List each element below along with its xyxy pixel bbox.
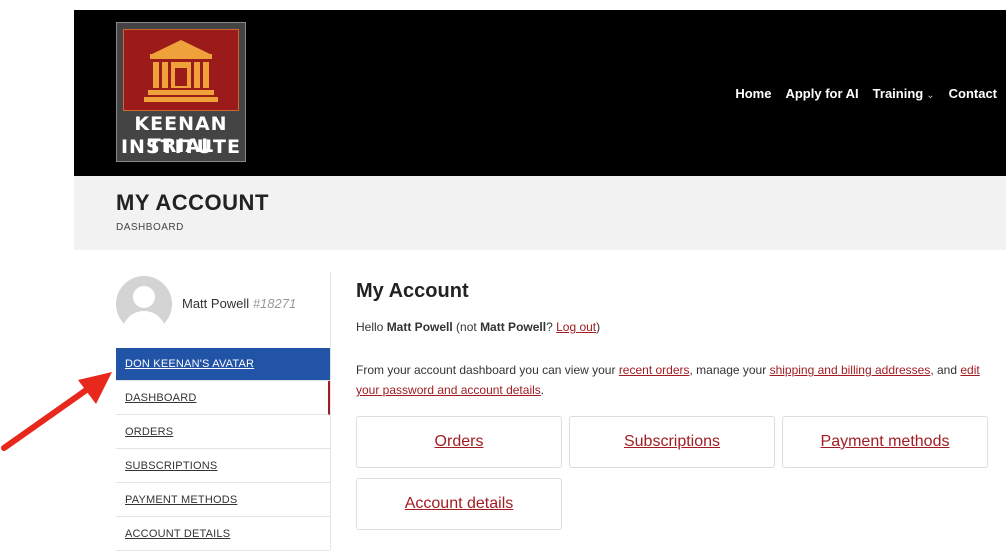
sidebar-item-account-details[interactable]: ACCOUNT DETAILS [116, 517, 330, 551]
sidebar-item-subscriptions[interactable]: SUBSCRIPTIONS [116, 449, 330, 483]
avatar-head-shape [133, 286, 155, 308]
intro-text-1: From your account dashboard you can view… [356, 363, 619, 377]
main-nav: Home Apply for AI Training ⌄ Contact [735, 86, 997, 101]
intro-text-3: , and [930, 363, 961, 377]
dashboard-intro: From your account dashboard you can view… [356, 360, 996, 400]
sidebar-item-payment-methods[interactable]: PAYMENT METHODS [116, 483, 330, 517]
avatar [116, 276, 172, 332]
greeting-name: Matt Powell [386, 320, 453, 334]
avatar-body-shape [122, 311, 166, 332]
page-title: MY ACCOUNT [116, 190, 269, 215]
sidebar-item-avatar[interactable]: DON KEENAN'S AVATAR [116, 348, 330, 381]
nav-home[interactable]: Home [735, 86, 771, 101]
user-name-block: Matt Powell #18271 [182, 296, 296, 311]
courthouse-icon [144, 40, 218, 102]
nav-training[interactable]: Training ⌄ [873, 86, 935, 101]
nav-apply[interactable]: Apply for AI [785, 86, 858, 101]
user-id: #18271 [252, 296, 297, 311]
greeting-name-2: Matt Powell [480, 320, 547, 334]
site-header: KEENAN TRIAL INSTITUTE Home Apply for AI… [74, 10, 1006, 176]
sidebar-item-dashboard[interactable]: DASHBOARD [116, 381, 330, 415]
logout-link[interactable]: Log out [556, 320, 596, 334]
nav-contact[interactable]: Contact [949, 86, 997, 101]
logo-emblem [123, 29, 239, 111]
greeting-mid: (not [452, 320, 481, 334]
addresses-link[interactable]: shipping and billing addresses [770, 363, 931, 377]
orders-card-button[interactable]: Orders [356, 416, 562, 468]
page-title-band: MY ACCOUNT DASHBOARD [74, 176, 1006, 250]
sidebar-divider [330, 272, 331, 550]
site-logo[interactable]: KEENAN TRIAL INSTITUTE [116, 22, 246, 162]
recent-orders-link[interactable]: recent orders [619, 363, 690, 377]
subscriptions-card-button[interactable]: Subscriptions [569, 416, 775, 468]
intro-text-2: , manage your [689, 363, 770, 377]
logo-text-line2: INSTITUTE [120, 136, 241, 158]
user-name: Matt Powell [182, 296, 250, 311]
greeting: Hello Matt Powell (not Matt Powell? Log … [356, 320, 600, 334]
greeting-q: ? [546, 320, 557, 334]
payment-methods-card-button[interactable]: Payment methods [782, 416, 988, 468]
greeting-prefix: Hello [356, 320, 387, 334]
sidebar-item-orders[interactable]: ORDERS [116, 415, 330, 449]
content-title: My Account [356, 280, 469, 302]
chevron-down-icon: ⌄ [926, 90, 935, 101]
greeting-end: ) [596, 320, 601, 334]
annotation-arrow-icon [1, 372, 112, 451]
account-details-card-button[interactable]: Account details [356, 478, 562, 530]
intro-text-4: . [540, 383, 545, 397]
nav-training-label: Training [872, 86, 924, 101]
account-nav: DON KEENAN'S AVATAR DASHBOARD ORDERS SUB… [116, 348, 330, 551]
breadcrumb: DASHBOARD [116, 222, 184, 233]
